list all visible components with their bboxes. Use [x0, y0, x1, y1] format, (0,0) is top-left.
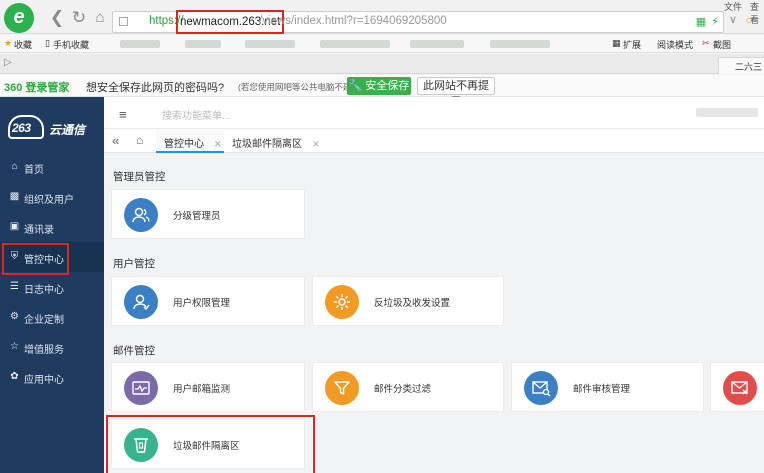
sidebar-item-value-added[interactable]: ☆ 增值服务 [0, 332, 104, 362]
gear-icon: ⚙ [10, 311, 19, 322]
star-icon: ☆ [10, 341, 19, 352]
lightning-icon[interactable]: ⚡ [709, 16, 721, 28]
tab-list-icon[interactable]: ▷ [4, 57, 12, 68]
bookmark-blurred[interactable] [120, 40, 160, 48]
sidebar-item-custom[interactable]: ⚙ 企业定制 [0, 302, 104, 332]
sidebar-item-home[interactable]: ⌂ 首页 [0, 152, 104, 182]
section-title-admin: 管理员管控 [113, 171, 166, 183]
mail-block-icon [723, 371, 757, 405]
login-manager-brand: 360 登录管家 [4, 82, 70, 94]
mobile-icon: ▯ [45, 38, 50, 48]
back-icon[interactable]: ❮ [48, 9, 66, 27]
close-icon: ✕ [312, 139, 320, 149]
card-mail-audit[interactable]: 邮件审核管理 [511, 362, 704, 412]
browser-toolbar: e ❮ ↻ ⌂ https:// newmacom.263.net /views… [0, 0, 764, 34]
card-mailbox-monitor[interactable]: 用户邮箱监测 [111, 362, 305, 412]
page-icon [119, 17, 128, 26]
never-prompt-button[interactable]: 此网站不再提示 [417, 77, 495, 108]
monitor-icon [124, 371, 158, 405]
user-info-blurred[interactable] [696, 108, 758, 117]
bookmark-screenshot[interactable]: 截图 [713, 38, 731, 51]
section-title-mail: 邮件管控 [113, 345, 155, 357]
bookmark-reading-mode[interactable]: 阅读模式 [657, 38, 693, 51]
bookmark-blurred[interactable] [245, 40, 295, 48]
contacts-icon: ▣ [9, 221, 20, 232]
browser-tab-bar: ▷ 二六三网 [0, 54, 764, 85]
collapse-left-icon[interactable]: « [112, 133, 119, 148]
admins-icon [124, 198, 158, 232]
app-header: ≡ 搜索功能菜单... [104, 97, 764, 129]
card-mail-blocked[interactable] [710, 362, 764, 412]
bookmark-mobile[interactable]: 手机收藏 [53, 38, 89, 51]
close-icon: ✕ [214, 139, 222, 149]
home-icon: ⌂ [11, 161, 18, 172]
section-title-user: 用户管控 [113, 258, 155, 270]
sidebar-item-logs[interactable]: ☰ 日志中心 [0, 272, 104, 302]
user-permission-icon [124, 285, 158, 319]
bookmark-blurred[interactable] [410, 40, 464, 48]
password-save-bar: 360 登录管家 想安全保存此网页的密码吗? (若您使用网吧等公共电脑不建议保存… [0, 75, 764, 108]
reader-icon[interactable]: ▦ [695, 16, 707, 28]
bookmark-blurred[interactable] [320, 40, 390, 48]
home-icon[interactable]: ⌂ [91, 9, 109, 27]
sidebar-item-org[interactable]: ▩ 组织及用户 [0, 182, 104, 212]
address-bar[interactable]: https:// newmacom.263.net /views/index.h… [112, 10, 724, 34]
log-icon: ☰ [10, 281, 19, 292]
highlight-box-card [106, 415, 315, 473]
sidebar-item-contacts[interactable]: ▣ 通讯录 [0, 212, 104, 242]
bookmark-blurred[interactable] [490, 40, 550, 48]
extensions-icon: ▦ [612, 38, 621, 48]
forward-icon[interactable]: ↻ [70, 9, 88, 27]
menu-search-input[interactable]: 搜索功能菜单... [162, 107, 230, 122]
highlight-box-sidebar [2, 243, 69, 275]
org-icon: ▩ [9, 191, 20, 202]
gear-icon [325, 285, 359, 319]
bookmarks-bar: ★ 收藏 ▯ 手机收藏 ▦ 扩展 阅读模式 ✂ 截图 [0, 35, 764, 53]
url-path: /views/index.html?r=1694069205800 [259, 15, 447, 27]
menu-toggle-icon[interactable]: ≡ [119, 107, 127, 122]
app-logo[interactable]: 263 云通信 [8, 115, 98, 141]
menu-view[interactable]: 查看 [750, 0, 764, 26]
card-antispam-settings[interactable]: 反垃圾及收发设置 [312, 276, 504, 326]
bookmark-favorites[interactable]: 收藏 [14, 38, 32, 51]
browser-logo-icon[interactable]: e [4, 3, 34, 33]
menu-file[interactable]: 文件 [724, 0, 742, 13]
apps-icon: ✿ [10, 371, 19, 382]
bookmark-extensions[interactable]: 扩展 [623, 38, 641, 51]
page-tabs: « ⌂ 管控中心 ✕ 垃圾邮件隔离区 ✕ [104, 129, 764, 153]
mail-search-icon [524, 371, 558, 405]
card-mail-filter[interactable]: 邮件分类过滤 [312, 362, 504, 412]
browser-tab[interactable]: 二六三网 [718, 57, 764, 85]
tab-control-center[interactable]: 管控中心 ✕ [156, 129, 224, 153]
home-tab-icon[interactable]: ⌂ [136, 133, 143, 147]
bookmark-blurred[interactable] [185, 40, 221, 48]
safe-save-button[interactable]: 🔧 安全保存 [347, 77, 411, 95]
star-icon: ★ [4, 38, 13, 48]
tab-spam-quarantine[interactable]: 垃圾邮件隔离区 ✕ [224, 129, 324, 153]
card-sub-admin[interactable]: 分级管理员 [111, 189, 305, 239]
password-question: 想安全保存此网页的密码吗? [86, 82, 225, 94]
card-user-permissions[interactable]: 用户权限管理 [111, 276, 305, 326]
sidebar-item-apps[interactable]: ✿ 应用中心 [0, 362, 104, 392]
filter-icon [325, 371, 359, 405]
scissors-icon: ✂ [702, 38, 710, 48]
